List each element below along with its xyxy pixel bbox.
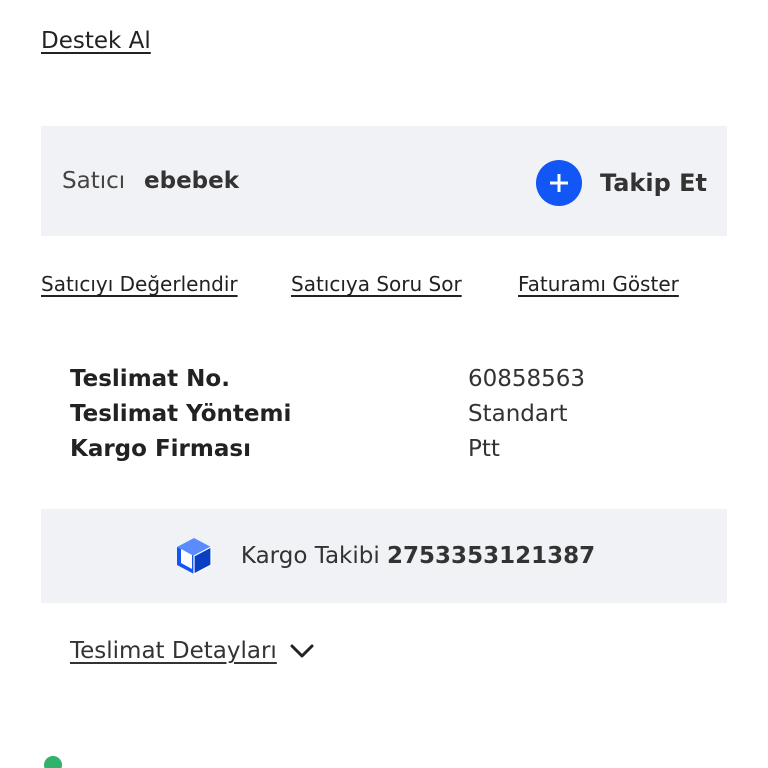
order-detail-page: Destek Al Satıcı ebebek Takip Et Satıcıy… xyxy=(0,0,768,768)
delivery-method-value: Standart xyxy=(468,401,568,427)
cargo-tracking-text: Kargo Takibi 2753353121387 xyxy=(241,543,595,569)
next-section-peek xyxy=(44,756,62,768)
get-support-link[interactable]: Destek Al xyxy=(41,28,151,54)
delivery-info-row: Kargo Firması Ptt xyxy=(70,436,710,471)
seller-card: Satıcı ebebek Takip Et xyxy=(41,126,727,236)
delivery-number-value: 60858563 xyxy=(468,366,586,392)
cargo-company-label: Kargo Firması xyxy=(70,436,251,462)
delivery-info-table: Teslimat No. 60858563 Teslimat Yöntemi S… xyxy=(70,366,710,471)
delivery-number-label: Teslimat No. xyxy=(70,366,230,392)
follow-seller-button[interactable]: Takip Et xyxy=(535,160,707,206)
delivery-method-label: Teslimat Yöntemi xyxy=(70,401,292,427)
ask-seller-link[interactable]: Satıcıya Soru Sor xyxy=(291,272,462,296)
follow-label: Takip Et xyxy=(599,169,707,197)
delivery-info-row: Teslimat Yöntemi Standart xyxy=(70,401,710,436)
cargo-tracking-label: Kargo Takibi xyxy=(240,543,380,569)
seller-label: Satıcı xyxy=(62,168,126,194)
chevron-down-icon xyxy=(290,644,314,658)
delivery-details-toggle[interactable]: Teslimat Detayları xyxy=(70,638,315,664)
seller-name[interactable]: ebebek xyxy=(144,168,239,194)
cargo-tracking-button[interactable]: Kargo Takibi 2753353121387 xyxy=(41,509,727,603)
show-invoice-link[interactable]: Faturamı Göster xyxy=(518,272,679,296)
cargo-tracking-number: 2753353121387 xyxy=(387,543,596,569)
delivery-info-row: Teslimat No. 60858563 xyxy=(70,366,710,401)
cargo-company-value: Ptt xyxy=(468,436,500,462)
rate-seller-link[interactable]: Satıcıyı Değerlendir xyxy=(41,272,238,296)
status-dot-icon xyxy=(44,756,62,768)
package-box-icon xyxy=(176,538,212,575)
plus-circle-icon xyxy=(535,160,582,206)
delivery-details-label: Teslimat Detayları xyxy=(70,638,277,664)
